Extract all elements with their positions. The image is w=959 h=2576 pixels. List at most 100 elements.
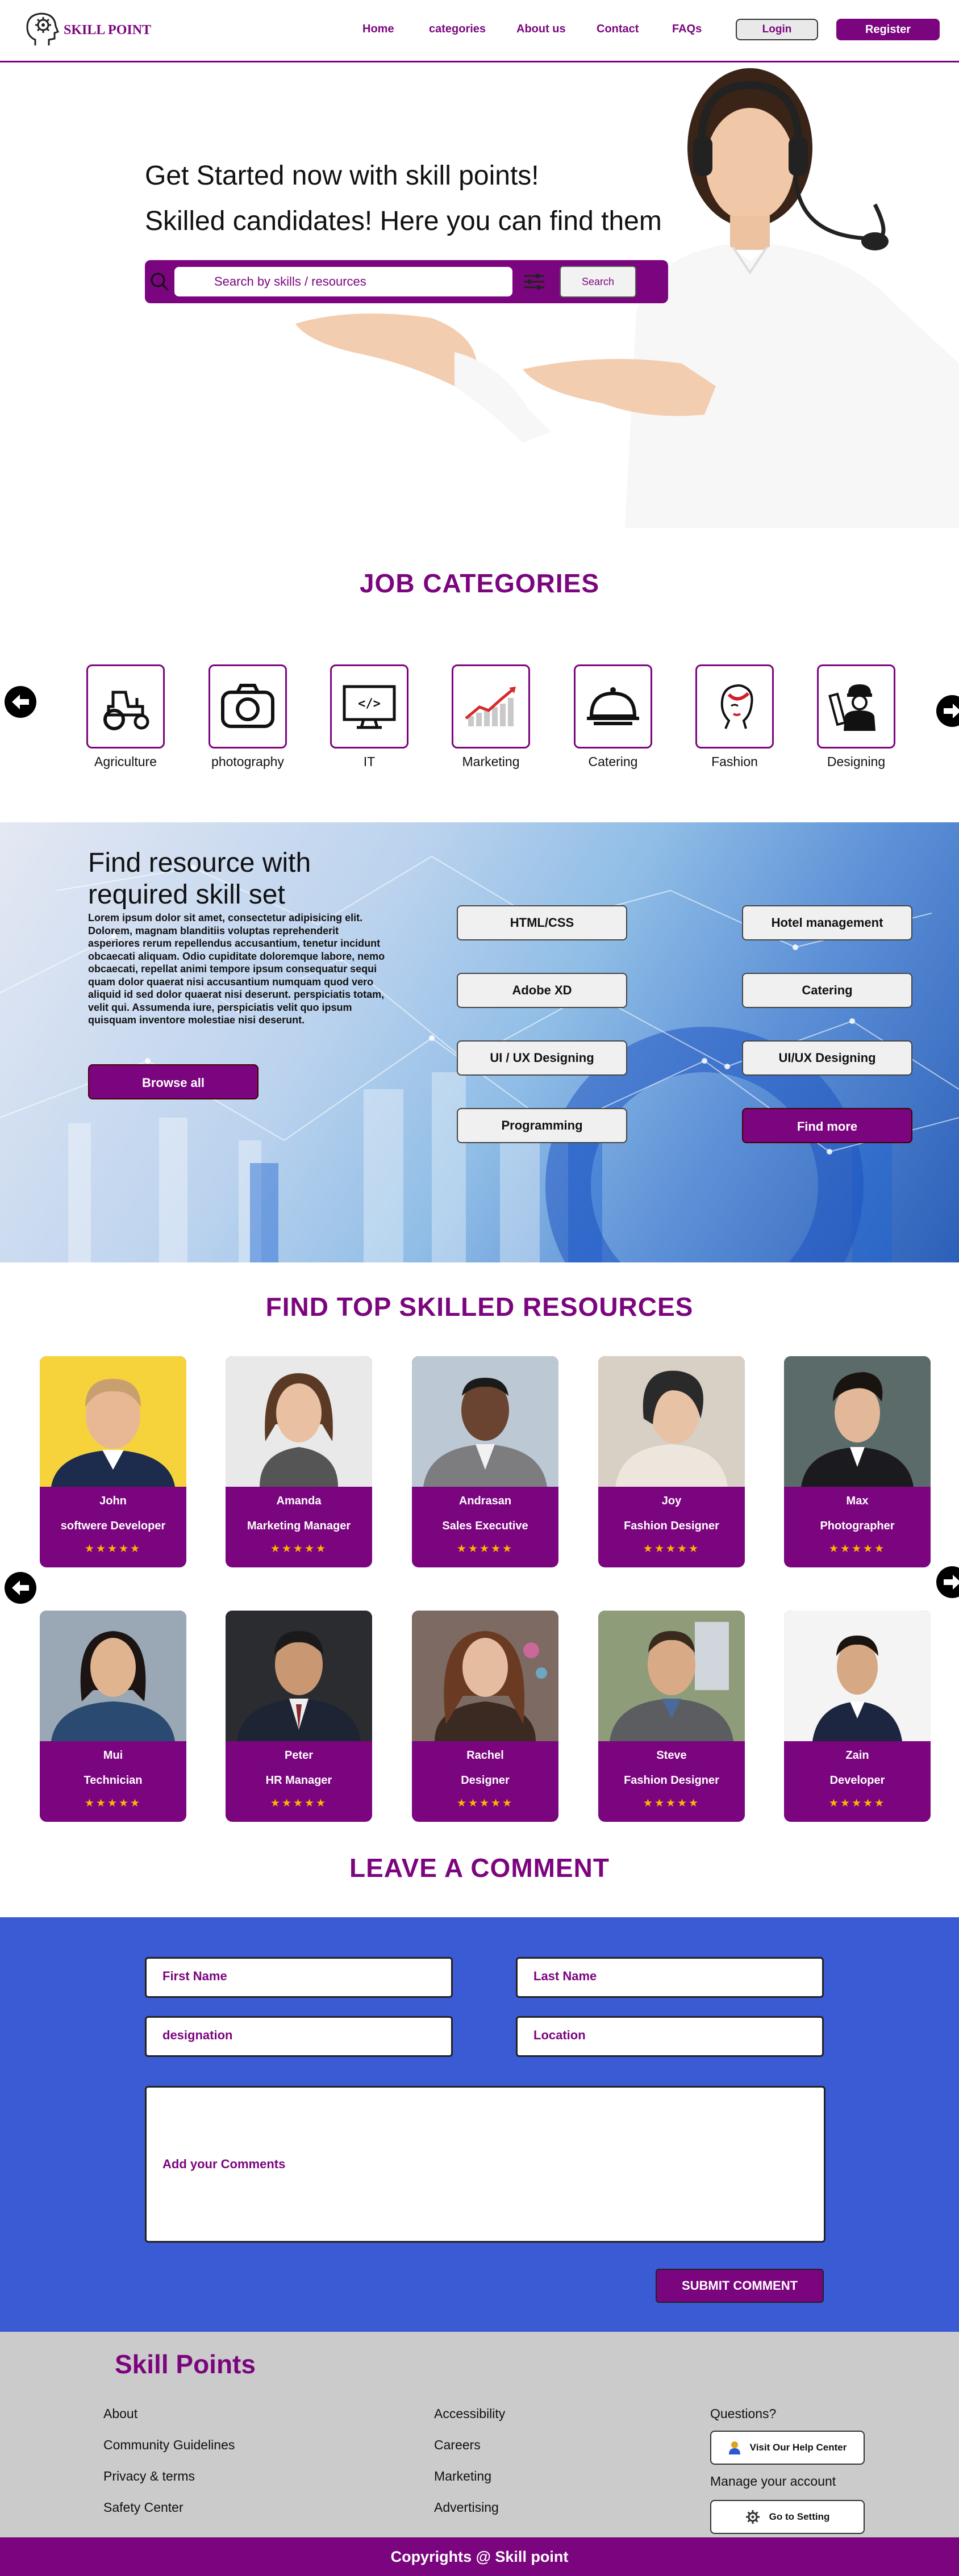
- footer-link-community-guidelines[interactable]: Community Guidelines: [103, 2437, 235, 2453]
- footer-link-marketing[interactable]: Marketing: [434, 2469, 491, 2484]
- resource-role: Developer: [829, 1774, 885, 1787]
- categories-prev-arrow[interactable]: [5, 686, 36, 718]
- resource-role: Designer: [461, 1774, 510, 1787]
- category-photography[interactable]: photography: [209, 664, 287, 770]
- resource-card[interactable]: Amanda Marketing Manager ★★★★★: [226, 1356, 372, 1567]
- footer-link-privacy-terms[interactable]: Privacy & terms: [103, 2469, 195, 2484]
- fashion-face-icon: [720, 684, 753, 729]
- skill-button-adobe-xd[interactable]: Adobe XD: [457, 973, 627, 1008]
- resource-card[interactable]: John softwere Developer ★★★★★: [40, 1356, 186, 1567]
- resource-card[interactable]: Peter HR Manager ★★★★★: [226, 1611, 372, 1822]
- nav-about-us[interactable]: About us: [516, 23, 566, 36]
- footer-link-accessibility[interactable]: Accessibility: [434, 2406, 505, 2422]
- search-bar: Search by skills / resources Search: [145, 260, 668, 303]
- star-rating-icon: ★★★★★: [270, 1797, 328, 1809]
- chart-growth-icon: [465, 687, 516, 726]
- go-to-setting-button[interactable]: Go to Setting: [710, 2500, 865, 2534]
- category-agriculture[interactable]: Agriculture: [86, 664, 165, 770]
- footer-link-safety-center[interactable]: Safety Center: [103, 2500, 184, 2515]
- hero-line-1: Get Started now with skill points!: [145, 161, 539, 191]
- star-rating-icon: ★★★★★: [456, 1543, 514, 1555]
- search-button[interactable]: Search: [560, 266, 636, 298]
- last-name-field[interactable]: Last Name: [516, 1957, 824, 1998]
- footer-link-about[interactable]: About: [103, 2406, 137, 2422]
- profile-photo: [226, 1611, 372, 1741]
- cloche-icon: [587, 687, 639, 725]
- skill-button-programming[interactable]: Programming: [457, 1108, 627, 1143]
- login-button[interactable]: Login: [736, 19, 818, 40]
- profile-photo: [412, 1356, 558, 1487]
- resource-card[interactable]: Steve Fashion Designer ★★★★★: [598, 1611, 745, 1822]
- nav-faqs[interactable]: FAQs: [672, 23, 702, 36]
- resource-card[interactable]: Andrasan Sales Executive ★★★★★: [412, 1356, 558, 1567]
- help-center-label: Visit Our Help Center: [749, 2442, 847, 2453]
- resource-card[interactable]: Zain Developer ★★★★★: [784, 1611, 931, 1822]
- resource-role: Fashion Designer: [624, 1774, 719, 1787]
- resource-card[interactable]: Max Photographer ★★★★★: [784, 1356, 931, 1567]
- category-marketing[interactable]: Marketing: [452, 664, 530, 770]
- nav-home[interactable]: Home: [362, 23, 394, 36]
- resource-card[interactable]: Mui Technician ★★★★★: [40, 1611, 186, 1822]
- profile-photo: [784, 1356, 931, 1487]
- nav-contact[interactable]: Contact: [597, 23, 639, 36]
- location-field[interactable]: Location: [516, 2016, 824, 2057]
- skill-button-catering[interactable]: Catering: [742, 973, 912, 1008]
- category-label: Fashion: [711, 754, 758, 769]
- resource-role: softwere Developer: [60, 1520, 166, 1532]
- go-to-setting-label: Go to Setting: [769, 2511, 830, 2522]
- comments-textarea[interactable]: Add your Comments: [145, 2086, 825, 2243]
- designation-field[interactable]: designation: [145, 2016, 453, 2057]
- hero-line-2: Skilled candidates! Here you can find th…: [145, 206, 662, 236]
- profile-photo: [412, 1611, 558, 1741]
- person-icon: [728, 2441, 740, 2454]
- categories-next-arrow[interactable]: [936, 695, 959, 727]
- browse-all-button[interactable]: Browse all: [88, 1064, 258, 1099]
- category-catering[interactable]: Catering: [574, 664, 652, 770]
- head-gear-icon: [26, 12, 59, 45]
- find-more-button[interactable]: Find more: [742, 1108, 912, 1143]
- profile-photo: [598, 1356, 745, 1487]
- star-rating-icon: ★★★★★: [828, 1797, 886, 1809]
- skill-button-ui-ux-designing[interactable]: UI/UX Designing: [742, 1040, 912, 1076]
- star-rating-icon: ★★★★★: [270, 1543, 328, 1555]
- resource-name: John: [99, 1495, 127, 1507]
- star-rating-icon: ★★★★★: [643, 1543, 701, 1555]
- arrow-right-icon: [944, 704, 959, 718]
- skill-button-ui-ux[interactable]: UI / UX Designing: [457, 1040, 627, 1076]
- category-fashion[interactable]: Fashion: [695, 664, 774, 770]
- star-rating-icon: ★★★★★: [456, 1797, 514, 1809]
- search-input[interactable]: Search by skills / resources: [174, 267, 512, 296]
- filter-sliders-icon[interactable]: [523, 271, 545, 292]
- people-prev-arrow[interactable]: [5, 1572, 36, 1604]
- category-label: Designing: [827, 754, 886, 769]
- people-next-arrow[interactable]: [936, 1566, 959, 1598]
- site-header: SKILL POINT Home categories About us Con…: [0, 0, 959, 62]
- help-center-button[interactable]: Visit Our Help Center: [710, 2431, 865, 2465]
- resource-name: Zain: [845, 1749, 869, 1762]
- submit-comment-button[interactable]: SUBMIT COMMENT: [656, 2269, 824, 2303]
- category-it[interactable]: </> IT: [330, 664, 408, 770]
- category-label: Marketing: [462, 754, 520, 769]
- svg-text:</>: </>: [358, 697, 381, 711]
- people-title: FIND TOP SKILLED RESOURCES: [265, 1292, 694, 1322]
- resource-name: Rachel: [466, 1749, 504, 1762]
- star-rating-icon: ★★★★★: [828, 1543, 886, 1555]
- footer-link-careers[interactable]: Careers: [434, 2437, 481, 2453]
- category-designing[interactable]: Designing: [817, 664, 895, 770]
- footer-link-advertising[interactable]: Advertising: [434, 2500, 499, 2515]
- skill-button-html-css[interactable]: HTML/CSS: [457, 905, 627, 940]
- star-rating-icon: ★★★★★: [84, 1797, 142, 1809]
- resource-name: Peter: [284, 1749, 314, 1762]
- profile-photo: [598, 1611, 745, 1741]
- resource-card[interactable]: Rachel Designer ★★★★★: [412, 1611, 558, 1822]
- site-logo[interactable]: SKILL POINT: [23, 10, 205, 50]
- resource-card[interactable]: Joy Fashion Designer ★★★★★: [598, 1356, 745, 1567]
- register-button[interactable]: Register: [836, 19, 940, 40]
- profile-photo: [226, 1356, 372, 1487]
- skill-button-hotel-management[interactable]: Hotel management: [742, 905, 912, 940]
- nav-categories[interactable]: categories: [429, 23, 486, 36]
- star-rating-icon: ★★★★★: [84, 1543, 142, 1555]
- search-icon[interactable]: [149, 271, 170, 292]
- category-label: Agriculture: [94, 754, 157, 769]
- first-name-field[interactable]: First Name: [145, 1957, 453, 1998]
